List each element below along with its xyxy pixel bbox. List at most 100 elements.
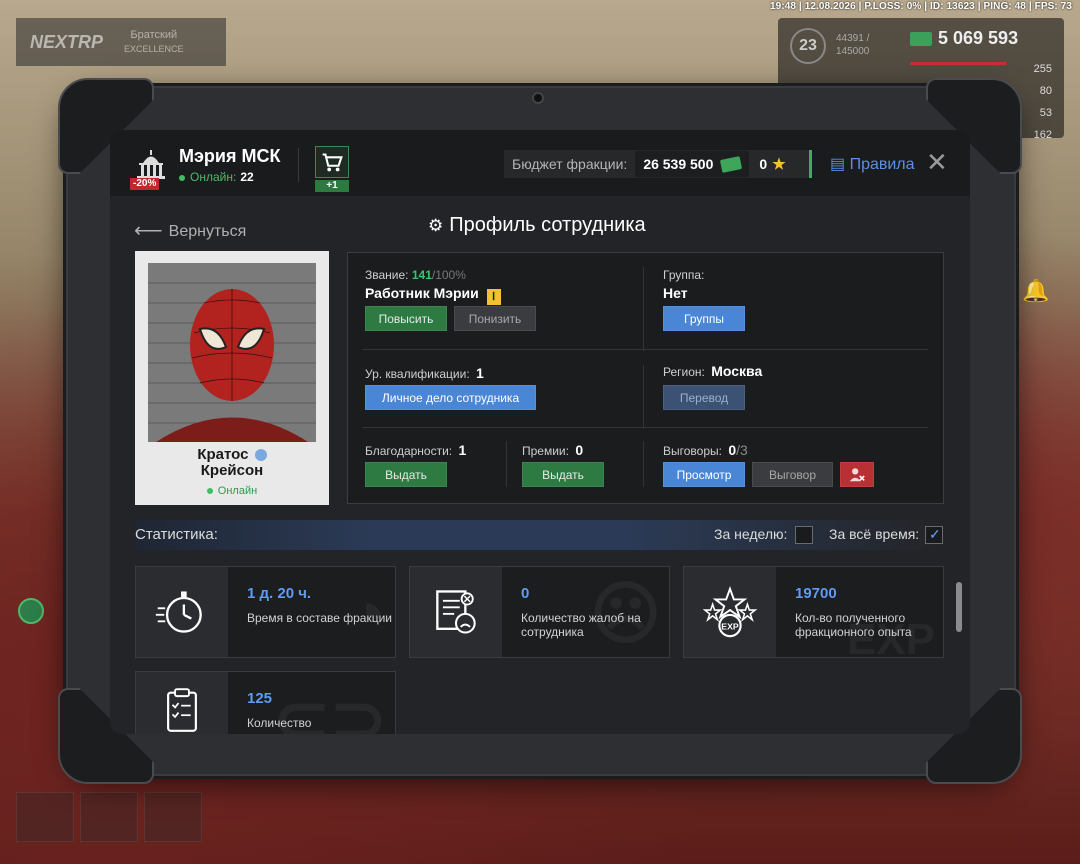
online-count: 22 — [240, 170, 254, 184]
bell-icon[interactable]: 🔔 — [1022, 278, 1056, 308]
online-dot-icon — [179, 174, 185, 181]
qualification-value: 1 — [476, 365, 484, 381]
all-time-filter-label: За всё время: — [829, 526, 920, 542]
money-value: 5 069 593 — [938, 28, 1019, 48]
all-time-checkbox[interactable] — [925, 526, 943, 544]
tablet-camera — [532, 92, 544, 104]
cash-icon — [910, 32, 932, 47]
level-badge: 23 — [790, 28, 826, 64]
exp-svg: EXP — [702, 585, 758, 638]
clipboard-icon — [136, 672, 228, 734]
budget-value: 26 539 500 — [643, 156, 714, 172]
shop-cart-button[interactable] — [315, 146, 349, 178]
stat-label: Время в составе фракции — [247, 611, 392, 625]
stat-value: 1 д. 20 ч. — [247, 585, 312, 602]
stopwatch-svg — [155, 591, 202, 633]
region-row: Регион: Москва — [663, 363, 762, 379]
employee-last-name: Крейсон — [200, 462, 264, 479]
transfer-button[interactable]: Перевод — [663, 385, 745, 410]
groups-button[interactable]: Группы — [663, 306, 745, 331]
view-reprimands-button[interactable]: Просмотр — [663, 462, 745, 487]
cart-badge: +1 — [315, 180, 349, 192]
rank-label: Звание: — [365, 268, 409, 282]
money-display: 5 069 593 — [910, 28, 1018, 49]
stat-card-time: ◔ 1 д. 20 ч. Время в составе фракции — [135, 566, 396, 658]
remove-reprimand-button[interactable] — [840, 462, 874, 487]
demote-button[interactable]: Понизить — [454, 306, 536, 331]
close-button[interactable]: ✕ — [926, 148, 948, 176]
health-bar — [910, 62, 1006, 65]
employee-status-label: Онлайн — [217, 485, 258, 497]
region-value: Москва — [711, 363, 763, 379]
thanks-row: Благодарности: 1 — [365, 442, 466, 458]
slot[interactable] — [144, 792, 202, 842]
server-name: Братский EXCELLENCE — [124, 28, 184, 56]
reprimand-row: Выговоры: 0/3 — [663, 442, 748, 458]
week-checkbox[interactable] — [795, 526, 813, 544]
divider — [643, 365, 644, 429]
group-value: Нет — [663, 285, 688, 301]
scrollbar[interactable] — [956, 582, 962, 632]
rank-label-row: Звание: 141/100% — [365, 268, 466, 282]
stopwatch-icon — [136, 567, 228, 657]
gear-icon: ⚙ — [428, 216, 444, 235]
divider — [643, 441, 644, 487]
xp-current: 44391 / — [836, 33, 870, 44]
promote-button[interactable]: Повысить — [365, 306, 447, 331]
slot[interactable] — [16, 792, 74, 842]
rules-label: Правила — [849, 156, 915, 173]
cart-icon — [322, 153, 343, 172]
employee-photo — [148, 263, 316, 442]
star-icon: ★ — [772, 156, 786, 173]
faction-online: Онлайн: 22 — [179, 170, 254, 184]
faction-discount-badge: -20% — [130, 178, 160, 190]
budget-value-box: 26 539 500 — [635, 151, 750, 177]
thanks-value: 1 — [458, 442, 467, 458]
rank-progress: 141 — [411, 268, 432, 282]
faction-budget: Бюджет фракции: 26 539 500 0 ★ — [504, 150, 812, 178]
reprimand-label: Выговоры: — [663, 444, 722, 458]
employee-first-name: Кратос — [197, 446, 249, 463]
arrow-left-icon: ⟵ — [134, 220, 163, 242]
dossier-button[interactable]: Личное дело сотрудника — [365, 385, 536, 410]
stat-label: Количество — [247, 716, 312, 730]
rules-link[interactable]: ▤ Правила — [830, 154, 915, 174]
server-logo: NEXTRP Братский EXCELLENCE — [16, 18, 226, 66]
stat-card-tasks: ⊂⊃ 125 Количество — [135, 671, 396, 734]
logo-text: NEXTRP — [30, 31, 104, 52]
week-filter-label: За неделю: — [714, 526, 788, 542]
reprimand-value: 0 — [728, 442, 737, 458]
bonus-value: 0 — [575, 442, 584, 458]
city-hall-icon — [137, 150, 165, 179]
slot[interactable] — [80, 792, 138, 842]
document-icon: ▤ — [830, 156, 850, 173]
stat-value: 19700 — [795, 585, 837, 602]
online-dot-icon — [206, 488, 213, 495]
verified-icon — [254, 449, 267, 462]
employee-info-panel: Звание: 141/100% Работник Мэрии Ⅰ Повыси… — [347, 252, 944, 504]
stat-value: 125 — [247, 690, 273, 707]
faction-name: Мэрия МСК — [179, 146, 281, 166]
stars-value: 0 — [759, 156, 768, 172]
reprimand-button[interactable]: Выговор — [752, 462, 833, 487]
group-label: Группа: — [663, 268, 705, 282]
reprimand-max: /3 — [736, 442, 748, 458]
thanks-label: Благодарности: — [365, 444, 453, 458]
server-name-label: Братский — [130, 29, 178, 41]
give-bonus-button[interactable]: Выдать — [522, 462, 604, 487]
qualification-label: Ур. квалификации: — [365, 367, 470, 381]
remove-user-icon — [849, 468, 865, 482]
status-bar: 19:48 | 12.08.2026 | P.LOSS: 0% | ID: 13… — [769, 1, 1072, 12]
give-thanks-button[interactable]: Выдать — [365, 462, 447, 487]
back-button[interactable]: ⟵ Вернуться — [134, 218, 246, 243]
rank-name-row: Работник Мэрии Ⅰ — [365, 285, 501, 305]
divider — [362, 427, 928, 428]
qualification-row: Ур. квалификации: 1 — [365, 365, 484, 381]
stats-header: Статистика: За неделю: За всё время: — [135, 520, 944, 550]
divider — [506, 441, 507, 487]
mugshot-image — [148, 263, 316, 442]
employee-name: Кратос Крейсон — [135, 447, 329, 479]
page-title: ⚙ Профиль сотрудника — [428, 214, 646, 237]
stats-title: Статистика: — [135, 526, 218, 543]
employee-card: Кратос Крейсон Онлайн — [135, 251, 329, 505]
